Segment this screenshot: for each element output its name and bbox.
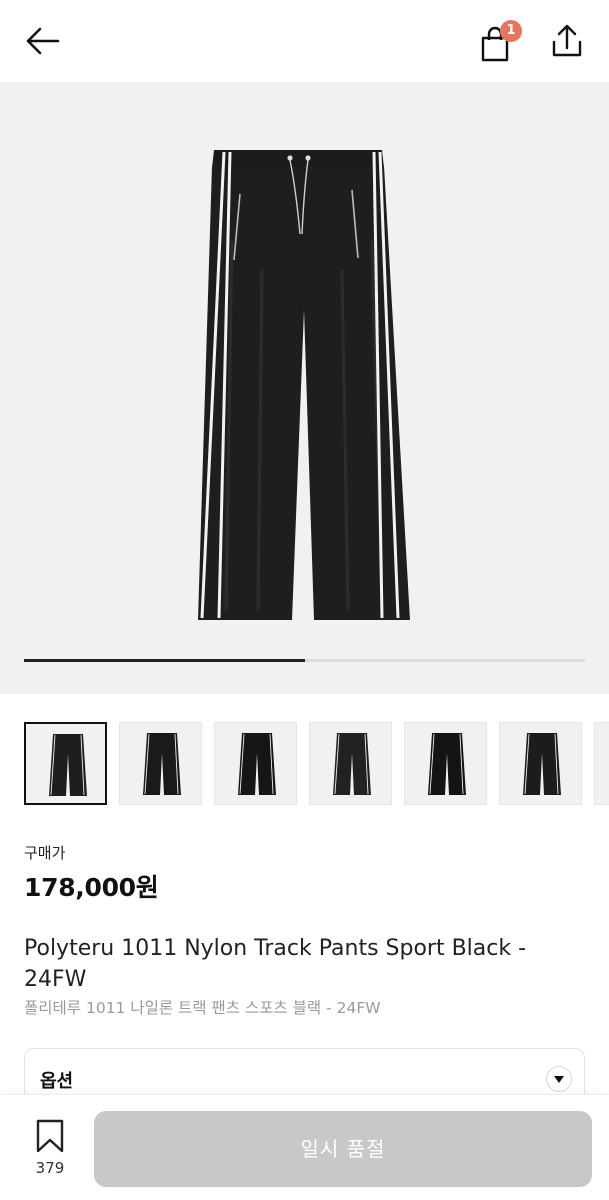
thumbnail-image [49,734,87,796]
arrow-left-icon [26,27,60,55]
sold-out-button[interactable]: 일시 품절 [94,1111,592,1187]
bottom-action-bar: 379 일시 품절 [0,1094,609,1200]
share-upload-icon [552,24,582,57]
thumbnail-image [238,733,276,795]
bookmark-button[interactable]: 379 [30,1119,70,1183]
thumbnail-7[interactable] [594,722,609,805]
product-subtitle: 폴리테루 1011 나일론 트랙 팬츠 스포츠 블랙 - 24FW [24,999,381,1017]
cart-count-badge: 1 [500,20,522,42]
product-title: Polyteru 1011 Nylon Track Pants Sport Bl… [24,936,527,992]
carousel-progress-fill [24,659,305,662]
price-label: 구매가 [24,844,66,862]
thumbnail-4[interactable] [309,722,392,805]
bookmark-count: 379 [35,1159,65,1177]
thumbnail-1[interactable] [24,722,107,805]
thumbnail-image [523,733,561,795]
thumbnail-6[interactable] [499,722,582,805]
thumbnail-image [428,733,466,795]
option-dropdown-toggle[interactable] [546,1066,572,1092]
thumbnail-2[interactable] [119,722,202,805]
share-button[interactable] [548,22,586,60]
thumbnail-strip[interactable] [24,722,609,806]
carousel-progress-track [24,659,585,662]
bookmark-icon [36,1119,64,1153]
thumbnail-3[interactable] [214,722,297,805]
product-image-carousel[interactable] [0,82,609,694]
option-label: 옵션 [40,1071,74,1092]
product-image [198,150,410,620]
back-button[interactable] [22,24,62,58]
top-navigation-bar: 1 [0,0,609,82]
thumbnail-image [333,733,371,795]
product-price: 178,000원 [24,873,159,902]
chevron-down-icon [554,1076,564,1083]
thumbnail-5[interactable] [404,722,487,805]
thumbnail-image [143,733,181,795]
cart-button[interactable]: 1 [478,20,522,62]
